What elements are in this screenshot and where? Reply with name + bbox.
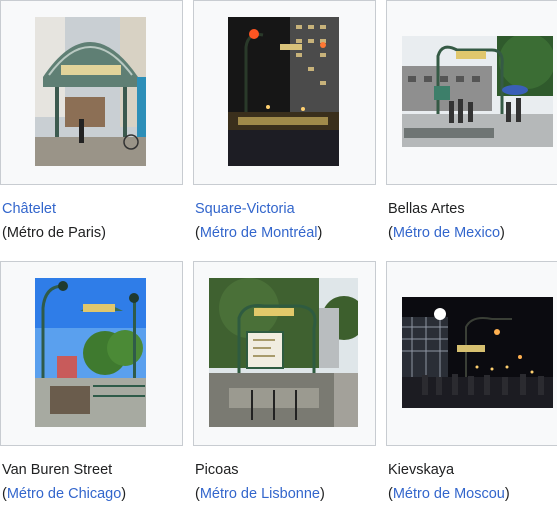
gallery-caption: Picoas (Métro de Lisbonne) [195, 462, 325, 502]
metro-entrance-paris-image[interactable] [35, 17, 146, 166]
gallery-item-bellas-artes: Bellas Artes (Métro de Mexico) [386, 0, 557, 246]
station-link[interactable]: Square-Victoria [195, 201, 295, 217]
station-name: Bellas Artes [388, 201, 465, 217]
gallery-caption: Bellas Artes (Métro de Mexico) [388, 201, 505, 241]
metro-entrance-chicago-image[interactable] [35, 278, 146, 427]
network-link[interactable]: Métro de Chicago [7, 486, 121, 502]
gallery-item-chatelet: Châtelet (Métro de Paris) [0, 0, 183, 246]
metro-entrance-lisbon-image[interactable] [209, 278, 358, 427]
network-link[interactable]: Métro de Lisbonne [200, 486, 320, 502]
gallery-item-van-buren-street: Van Buren Street (Métro de Chicago) [0, 261, 183, 507]
station-name: Picoas [195, 462, 239, 478]
station-name: Kievskaya [388, 462, 455, 478]
metro-entrance-montreal-image[interactable] [228, 17, 339, 166]
station-link[interactable]: Châtelet [2, 201, 56, 217]
metro-entrance-mexico-image[interactable] [402, 36, 553, 147]
gallery-caption: Châtelet (Métro de Paris) [2, 201, 106, 241]
gallery-item-square-victoria: Square-Victoria (Métro de Montréal) [193, 0, 376, 246]
gallery-caption: Kievskaya (Métro de Moscou) [388, 462, 510, 502]
gallery-caption: Van Buren Street (Métro de Chicago) [2, 462, 127, 502]
gallery-item-picoas: Picoas (Métro de Lisbonne) [193, 261, 376, 507]
network-link[interactable]: Métro de Mexico [393, 225, 500, 241]
gallery-caption: Square-Victoria (Métro de Montréal) [195, 201, 323, 241]
metro-entrance-moscow-image[interactable] [402, 297, 553, 408]
network-link[interactable]: Métro de Moscou [393, 486, 505, 502]
network-label: Métro de Paris [6, 225, 102, 241]
network-link[interactable]: Métro de Montréal [200, 225, 318, 241]
gallery-item-kievskaya: Kievskaya (Métro de Moscou) [386, 261, 557, 507]
station-name: Van Buren Street [2, 462, 113, 478]
